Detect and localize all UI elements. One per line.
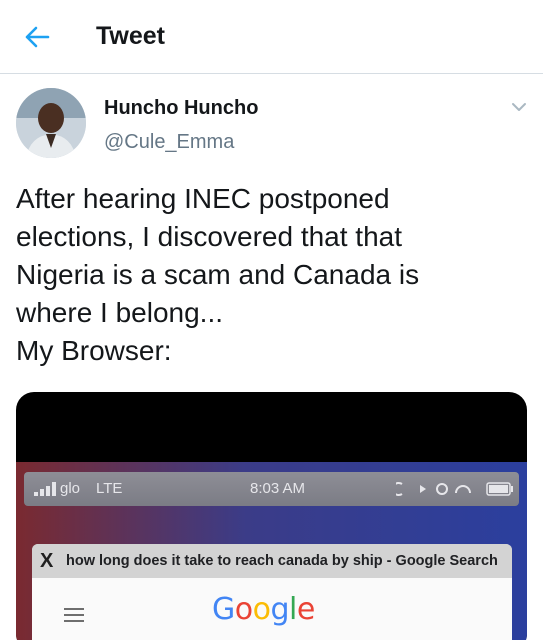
browser-tab-card[interactable]: X how long does it take to reach canada … xyxy=(32,544,512,640)
tweet-text-line: where I belong... xyxy=(16,297,224,328)
google-logo-letter: o xyxy=(234,592,253,627)
battery-icon xyxy=(486,482,513,496)
chevron-down-icon[interactable] xyxy=(508,96,530,118)
google-logo-letter: g xyxy=(270,592,290,627)
browser-tab-title: how long does it take to reach canada by… xyxy=(66,553,498,569)
browser-page: Google xyxy=(32,578,512,640)
author-handle[interactable]: @Cule_Emma xyxy=(104,131,234,154)
page-title: Tweet xyxy=(96,22,165,50)
menu-icon[interactable] xyxy=(64,608,84,622)
google-logo-letter: e xyxy=(296,592,315,627)
status-time: 8:03 AM xyxy=(250,480,306,497)
browser-tab-header: X how long does it take to reach canada … xyxy=(32,544,512,578)
arrow-left-icon[interactable] xyxy=(22,22,52,52)
top-app-bar: Tweet xyxy=(0,0,543,74)
tweet-media-image[interactable]: glo LTE 8:03 AM X how long does it take … xyxy=(16,392,527,640)
tweet-text-line: After hearing INEC postponed xyxy=(16,183,390,214)
carrier-label: glo xyxy=(60,480,81,497)
avatar[interactable] xyxy=(16,88,86,158)
google-logo-letter: o xyxy=(252,592,271,627)
google-logo: Google xyxy=(212,592,315,627)
tweet-text-line: Nigeria is a scam and Canada is xyxy=(16,259,420,290)
tweet-text-line: elections, I discovered that that xyxy=(16,221,402,252)
google-logo-letter: G xyxy=(212,592,235,627)
tweet-text: After hearing INEC postponed elections, … xyxy=(16,180,531,370)
tweet-text-line: My Browser: xyxy=(16,335,172,366)
google-logo-letter: l xyxy=(289,592,297,627)
status-icons xyxy=(396,482,471,496)
author-display-name[interactable]: Huncho Huncho xyxy=(104,97,258,120)
network-label: LTE xyxy=(96,480,123,497)
signal-icon xyxy=(34,482,56,496)
close-tab-button[interactable]: X xyxy=(40,550,53,573)
phone-status-bar: glo LTE 8:03 AM xyxy=(24,472,519,506)
